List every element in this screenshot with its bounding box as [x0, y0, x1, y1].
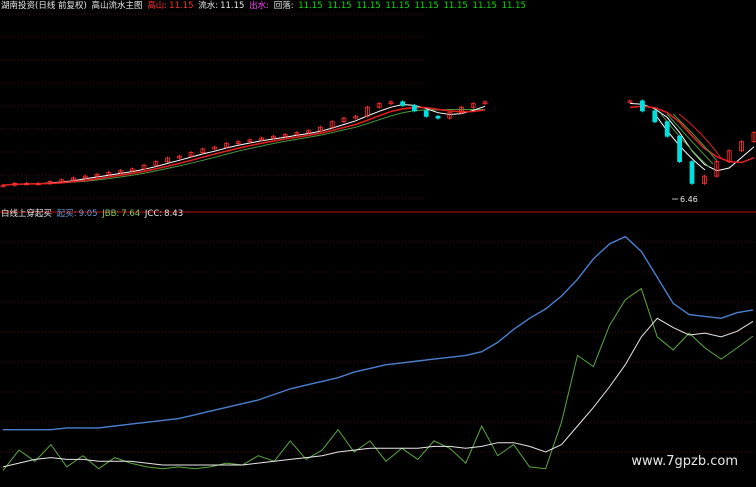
- extra-3: 11.15: [385, 1, 410, 11]
- s2-value: 7.64: [121, 209, 141, 219]
- upper-header: 湖南投资(日线 前复权) 高山流水主图 高山: 11.15 流水: 11.15 出水…: [1, 1, 528, 12]
- candle-body: [652, 110, 658, 123]
- s1-label: 起买:: [56, 209, 77, 219]
- extra-4: 11.15: [414, 1, 439, 11]
- s2-label: JBB:: [102, 209, 120, 219]
- gaoshan-value: 11.15: [169, 1, 194, 11]
- s3-value: 8.43: [164, 209, 184, 219]
- s3-label: JCC:: [144, 209, 163, 219]
- candle-body: [400, 101, 406, 106]
- extra-2: 11.15: [356, 1, 381, 11]
- extra-0: 11.15: [298, 1, 323, 11]
- candle-body: [435, 115, 441, 119]
- watermark: www.7gpzb.com: [631, 454, 738, 469]
- ma-red-line-right: [629, 105, 755, 164]
- ma-white-line: [2, 103, 486, 186]
- chushui-label: 出水:: [249, 1, 269, 11]
- liushui-label: 流水:: [198, 1, 219, 11]
- indicator-title: 高山流水主图: [91, 1, 143, 11]
- jcc-line: [2, 317, 754, 468]
- gaoshan-label: 高山:: [147, 1, 168, 11]
- jbb-line: [2, 287, 754, 471]
- candle-body: [412, 105, 417, 112]
- extra-1: 11.15: [327, 1, 352, 11]
- extra-5: 11.15: [443, 1, 468, 11]
- lower-indicator-title: 白线上穿起买: [1, 209, 53, 219]
- ma-red-line: [2, 106, 486, 186]
- s1-value: 9.05: [78, 209, 98, 219]
- candle-body: [423, 110, 429, 117]
- candle-body: [640, 100, 645, 112]
- grid-lines: [0, 13, 756, 453]
- extra-7: 11.15: [501, 1, 526, 11]
- low-marker-label: 6.46: [680, 195, 698, 204]
- qimai-line: [3, 235, 754, 431]
- extra-6: 11.15: [472, 1, 497, 11]
- candle-body: [677, 135, 682, 163]
- chart-canvas: 6.46: [0, 13, 756, 471]
- candle-body: [664, 121, 670, 137]
- lower-header: 白线上穿起买 起买: 9.05 JBB: 7.64 JCC: 8.43: [1, 209, 185, 220]
- huilu-label: 回落:: [273, 1, 294, 11]
- liushui-value: 11.15: [220, 1, 245, 11]
- stock-title: 湖南投资(日线 前复权): [1, 1, 87, 11]
- candle-body: [689, 161, 695, 184]
